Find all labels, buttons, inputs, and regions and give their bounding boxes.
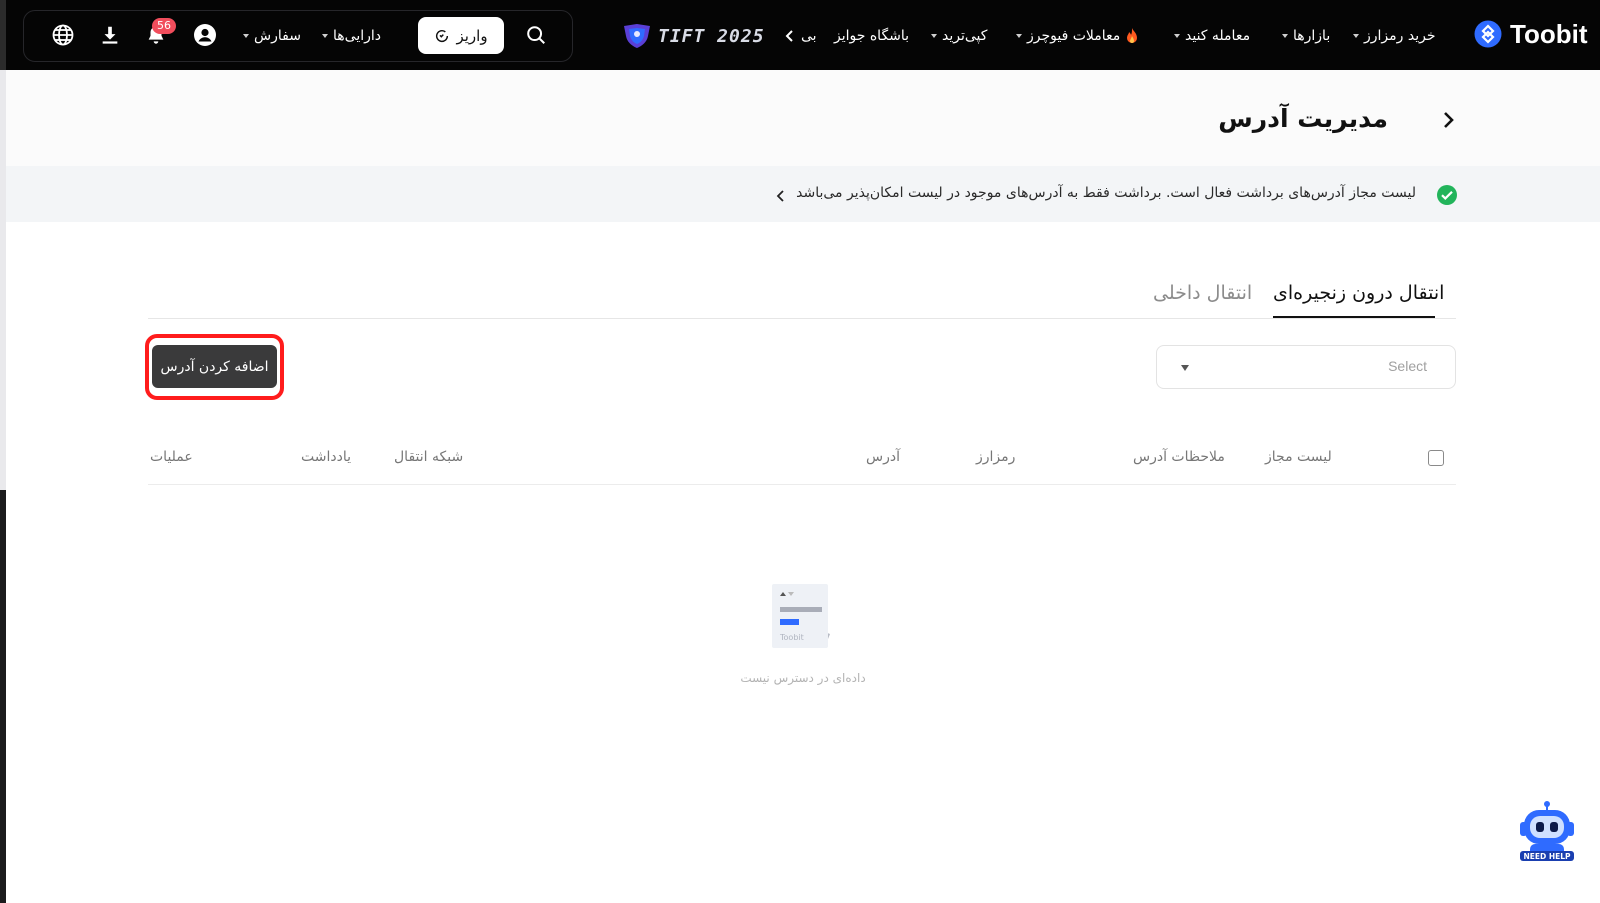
check-circle-icon <box>1436 184 1458 206</box>
back-chevron-icon[interactable] <box>1436 108 1460 132</box>
nav-assets-label: دارایی‌ها <box>333 28 381 44</box>
chevron-left-icon[interactable] <box>774 188 788 202</box>
nav-more-label: بی <box>801 28 817 44</box>
nav-copy-trade[interactable]: کپی‌ترید <box>931 26 987 46</box>
nav-assets[interactable]: دارایی‌ها <box>322 26 381 46</box>
toobit-logo-icon <box>1474 20 1502 48</box>
select-all-checkbox[interactable] <box>1428 450 1444 466</box>
nav-rewards-label: باشگاه جوایز <box>834 28 910 44</box>
tab-on-chain-transfer[interactable]: انتقال درون زنجیره‌ای <box>1273 282 1444 304</box>
event-banner[interactable]: TIFT 2025 <box>622 23 772 49</box>
nav-futures[interactable]: معاملات فیوچرز <box>1016 26 1139 46</box>
column-whitelist: لیست مجاز <box>1265 449 1332 465</box>
nav-trade[interactable]: معامله کنید <box>1174 26 1250 46</box>
empty-logo-text: Toobit <box>779 633 804 642</box>
nav-orders-label: سفارش <box>254 28 301 44</box>
caret-down-icon <box>1181 365 1189 371</box>
nav-rewards-club[interactable]: باشگاه جوایز <box>834 26 909 46</box>
top-navbar: 56 سفارش دارایی‌ها واریز TIFT 2025 <box>6 0 1600 70</box>
column-actions: عملیات <box>150 449 193 465</box>
nav-more[interactable]: بی <box>784 26 817 46</box>
caret-down-icon <box>322 34 328 38</box>
column-note: یادداشت <box>301 449 351 465</box>
brand-logo[interactable]: Toobit <box>1474 17 1587 51</box>
nav-buy-crypto[interactable]: خرید رمزارز <box>1353 26 1435 46</box>
deposit-label: واریز <box>456 26 488 45</box>
caret-down-icon <box>1016 34 1022 38</box>
nav-orders[interactable]: سفارش <box>243 26 301 46</box>
deposit-button[interactable]: واریز <box>418 17 504 54</box>
caret-down-icon <box>931 34 937 38</box>
deposit-icon <box>436 29 449 42</box>
fire-icon <box>1127 28 1138 43</box>
empty-state-text: داده‌ای در دسترس نیست <box>740 671 866 685</box>
table-header-divider <box>148 484 1456 485</box>
help-label: NEED HELP <box>1523 852 1571 861</box>
brand-name: Toobit <box>1510 18 1588 49</box>
download-icon[interactable] <box>97 22 123 48</box>
globe-icon[interactable] <box>50 22 76 48</box>
column-address-remarks: ملاحظات آدرس <box>1133 449 1225 465</box>
nav-buy-crypto-label: خرید رمزارز <box>1364 28 1436 44</box>
caret-down-icon <box>1353 34 1359 38</box>
nav-trade-label: معامله کنید <box>1185 28 1251 44</box>
search-icon[interactable] <box>523 22 549 48</box>
caret-down-icon <box>243 34 249 38</box>
shield-icon <box>624 24 650 48</box>
window-edge <box>0 490 6 903</box>
notification-badge: 56 <box>152 18 176 34</box>
notice-text: لیست مجاز آدرس‌های برداشت فعال است. بردا… <box>796 185 1416 201</box>
page-title: مدیریت آدرس <box>1218 104 1388 133</box>
empty-state-illustration: Toobit <box>770 582 836 650</box>
tab-internal-transfer[interactable]: انتقال داخلی <box>1153 282 1252 304</box>
nav-markets-label: بازارها <box>1293 28 1331 44</box>
column-network: شبکه انتقال <box>394 449 464 465</box>
caret-down-icon <box>1174 34 1180 38</box>
column-crypto: رمزارز <box>976 449 1016 465</box>
tabs-divider <box>148 318 1456 319</box>
event-banner-text: TIFT 2025 <box>658 25 765 47</box>
user-avatar-icon[interactable] <box>192 22 218 48</box>
robot-icon: NEED HELP <box>1520 801 1574 861</box>
help-bot-button[interactable]: NEED HELP <box>1516 800 1578 864</box>
column-address: آدرس <box>866 449 900 465</box>
nav-futures-label: معاملات فیوچرز <box>1027 28 1121 44</box>
add-address-button[interactable]: اضافه کردن آدرس <box>152 345 277 388</box>
nav-copy-trade-label: کپی‌ترید <box>942 28 988 44</box>
chevron-left-icon <box>785 30 793 42</box>
select-placeholder: Select <box>1388 358 1427 374</box>
caret-down-icon <box>1282 34 1288 38</box>
crypto-select[interactable]: Select <box>1156 345 1456 389</box>
nav-markets[interactable]: بازارها <box>1282 26 1330 46</box>
